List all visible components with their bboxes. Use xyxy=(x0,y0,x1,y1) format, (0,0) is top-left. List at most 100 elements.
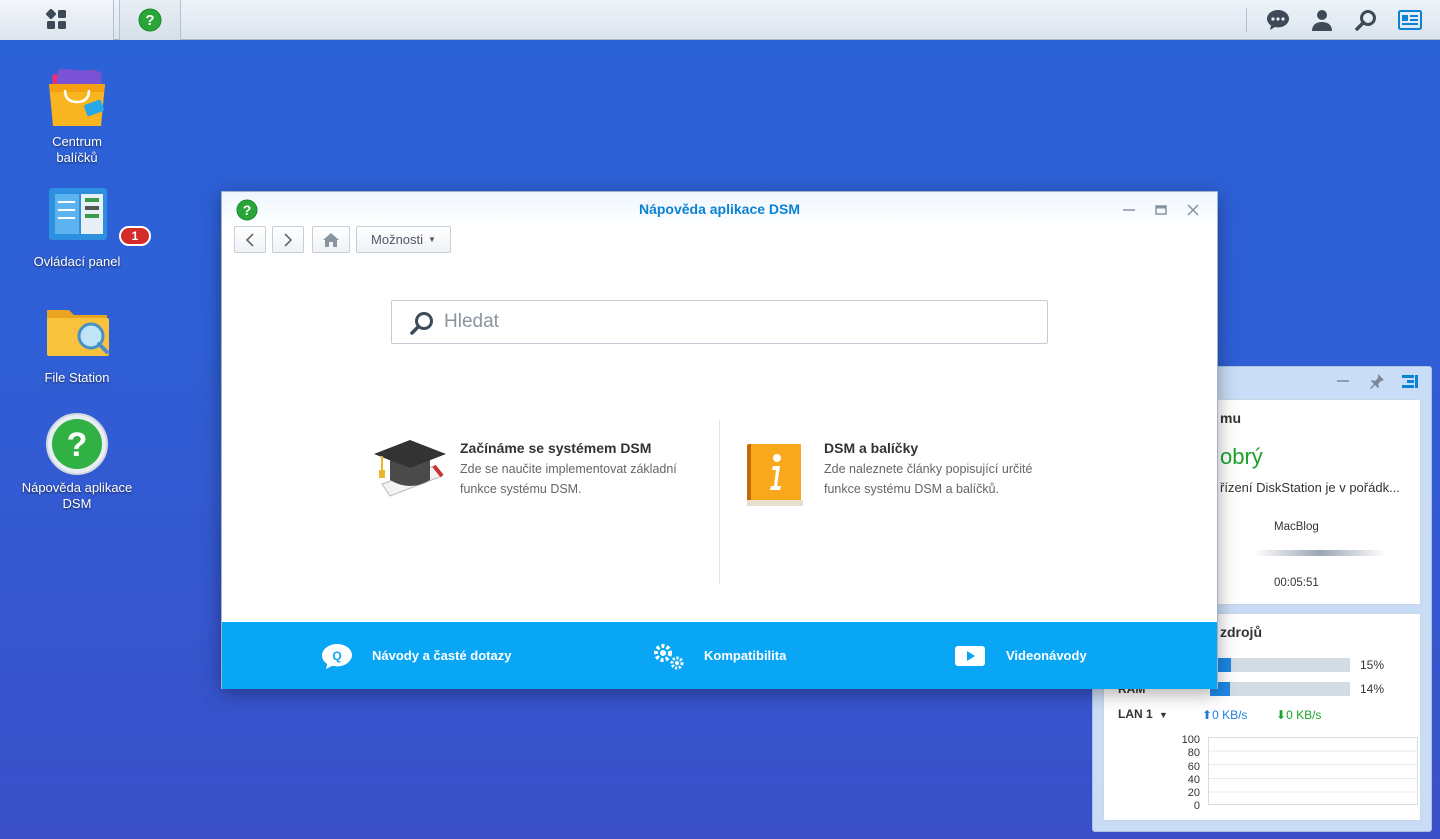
server-name: MacBlog xyxy=(1274,521,1319,533)
upload-speed: ⬆0 KB/s xyxy=(1202,708,1247,722)
desktop-icon-label: Centrum balíčků xyxy=(52,134,102,165)
footer-link-label: Návody a časté dotazy xyxy=(372,648,512,663)
package-center-icon xyxy=(49,68,105,126)
home-button[interactable] xyxy=(312,226,350,253)
options-dropdown[interactable]: Možnosti ▼ xyxy=(356,226,451,253)
feature-dsm-packages[interactable]: DSM a balíčky Zde naleznete články popis… xyxy=(742,440,1072,506)
chart-tick: 0 xyxy=(1193,800,1200,813)
options-label: Možnosti xyxy=(371,232,424,247)
taskbar-help-app[interactable]: ? xyxy=(119,0,181,40)
user-icon xyxy=(1312,10,1332,31)
pin-icon xyxy=(1370,374,1384,389)
widget-layout-icon xyxy=(1402,375,1418,388)
chart-tick: 40 xyxy=(1187,773,1200,786)
upload-arrow-icon: ⬆ xyxy=(1202,708,1213,722)
close-button[interactable] xyxy=(1183,200,1203,220)
minus-icon xyxy=(1337,380,1349,382)
chart-tick: 20 xyxy=(1187,787,1200,800)
main-menu-button[interactable] xyxy=(0,0,114,40)
user-button[interactable] xyxy=(1302,0,1342,40)
chart-tick: 80 xyxy=(1187,747,1200,760)
ram-percent: 14% xyxy=(1360,682,1385,696)
caret-down-icon: ▼ xyxy=(428,235,436,244)
footer-link-faq[interactable]: Q Návody a časté dotazy xyxy=(320,622,511,689)
feature-title: Začínáme se systémem DSM xyxy=(460,440,652,456)
svg-text:?: ? xyxy=(145,12,154,29)
download-value: 0 KB/s xyxy=(1286,708,1322,722)
network-chart xyxy=(1208,737,1418,805)
help-icon: ? xyxy=(138,8,162,32)
home-icon xyxy=(323,232,339,247)
footer-link-compatibility[interactable]: Kompatibilita xyxy=(650,622,786,689)
upload-value: 0 KB/s xyxy=(1212,708,1248,722)
server-image xyxy=(1254,550,1386,556)
gears-icon xyxy=(650,641,686,671)
ram-bar xyxy=(1210,682,1350,696)
chart-tick: 60 xyxy=(1187,760,1200,773)
download-arrow-icon: ⬇ xyxy=(1276,708,1287,722)
widgets-button[interactable] xyxy=(1390,0,1430,40)
chart-tick: 100 xyxy=(1181,734,1200,746)
lan-selector[interactable]: LAN 1 ▼ xyxy=(1118,707,1168,721)
feature-description: Zde se naučite implementovat základní fu… xyxy=(460,462,677,496)
help-icon: ? xyxy=(46,413,108,475)
taskbar: ? xyxy=(0,0,1440,40)
widget-settings-button[interactable] xyxy=(1401,373,1419,394)
svg-text:?: ? xyxy=(67,426,88,464)
taskbar-separator xyxy=(1246,8,1247,32)
resource-monitor-title: zdrojů xyxy=(1220,624,1262,640)
cpu-bar xyxy=(1210,658,1350,672)
maximize-button[interactable] xyxy=(1151,200,1171,220)
desktop-icon-label: File Station xyxy=(44,370,110,385)
window-titlebar[interactable]: ? Nápověda aplikace DSM xyxy=(222,192,1217,228)
maximize-icon xyxy=(1155,205,1167,215)
feature-description: Zde naleznete články popisující určité f… xyxy=(824,462,1033,496)
info-book-icon xyxy=(747,444,803,506)
feature-divider xyxy=(719,420,720,584)
back-button[interactable] xyxy=(234,226,266,253)
cpu-percent: 15% xyxy=(1360,658,1385,672)
desktop-icon-label: Nápověda aplikace DSM xyxy=(21,480,133,511)
chart-y-axis: 100 80 60 40 20 0 xyxy=(1154,734,1200,814)
search-input[interactable] xyxy=(444,309,1034,335)
footer-link-label: Videonávody xyxy=(1006,648,1087,663)
folder-icon xyxy=(47,310,109,356)
grid-icon xyxy=(45,8,66,29)
help-footer: Q Návody a časté dotazy Kompatibilita Vi… xyxy=(222,622,1217,689)
health-message: řízení DiskStation je v pořádk... xyxy=(1220,480,1400,495)
video-play-icon xyxy=(954,645,986,667)
search-icon xyxy=(410,312,433,335)
minimize-button[interactable] xyxy=(1119,200,1139,220)
download-speed: ⬇0 KB/s xyxy=(1276,708,1321,722)
desktop-icon-package-center[interactable]: Centrum balíčků xyxy=(12,66,142,166)
faq-bubble-icon: Q xyxy=(320,642,354,670)
help-search-box[interactable] xyxy=(391,300,1048,344)
system-health-title: mu xyxy=(1220,410,1241,426)
forward-button[interactable] xyxy=(272,226,304,253)
chevron-down-icon: ▼ xyxy=(1159,710,1168,720)
graduation-cap-icon xyxy=(374,440,446,497)
widgets-icon xyxy=(1398,10,1422,30)
minimize-icon xyxy=(1123,209,1135,211)
health-status: obrý xyxy=(1220,444,1263,469)
svg-text:Q: Q xyxy=(332,649,341,663)
footer-link-videos[interactable]: Videonávody xyxy=(954,622,1087,689)
search-button[interactable] xyxy=(1346,0,1386,40)
chevron-right-icon xyxy=(284,232,293,247)
search-icon xyxy=(1355,10,1376,31)
uptime: 00:05:51 xyxy=(1274,577,1319,589)
feature-title: DSM a balíčky xyxy=(824,440,919,456)
desktop-icon-label: Ovládací panel xyxy=(33,254,121,269)
feature-getting-started[interactable]: Začínáme se systémem DSM Zde se naučite … xyxy=(372,440,702,499)
window-title: Nápověda aplikace DSM xyxy=(638,201,801,217)
widget-pin-button[interactable] xyxy=(1369,373,1385,394)
desktop-icon-control-panel[interactable]: 1 Ovládací panel xyxy=(12,186,151,270)
chevron-left-icon xyxy=(245,232,254,247)
footer-link-label: Kompatibilita xyxy=(704,648,787,663)
desktop-icon-dsm-help[interactable]: ? Nápověda aplikace DSM xyxy=(12,412,142,512)
widget-minimize-button[interactable] xyxy=(1335,373,1351,394)
chat-bubble-icon xyxy=(1267,10,1289,30)
desktop-icon-file-station[interactable]: File Station xyxy=(12,302,142,386)
notifications-button[interactable] xyxy=(1258,0,1298,40)
lan-label: LAN 1 xyxy=(1118,707,1153,721)
